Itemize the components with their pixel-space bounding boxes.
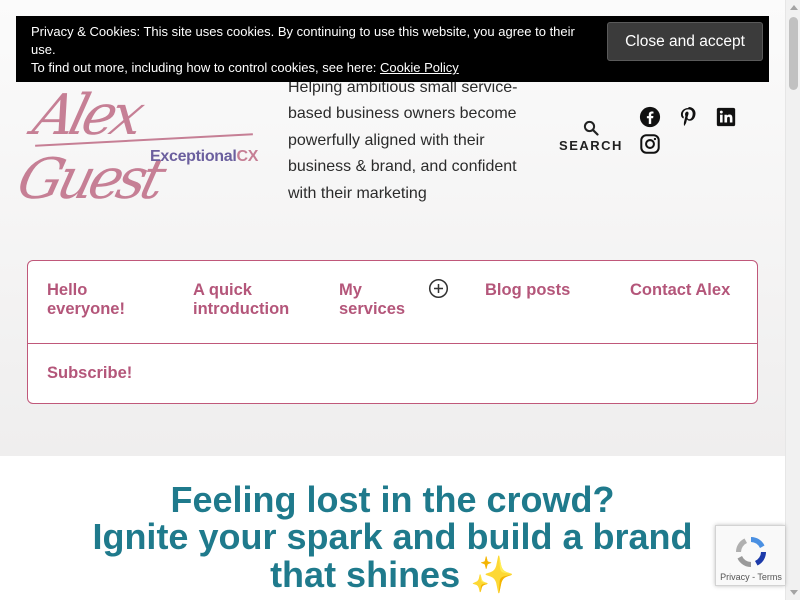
recaptcha-badge[interactable]: Privacy - Terms (715, 525, 785, 586)
nav-item-subscribe[interactable]: Subscribe! (47, 364, 132, 383)
site-tagline: Helping ambitious small service-based bu… (288, 79, 518, 202)
hero-heading-line-1: Feeling lost in the crowd? (170, 479, 615, 520)
cookie-text: Privacy & Cookies: This site uses cookie… (31, 24, 575, 75)
facebook-icon[interactable] (639, 106, 661, 128)
nav-item-hello[interactable]: Hello everyone! (47, 281, 125, 319)
hero-heading-line-2: Ignite your spark and build a brand (92, 516, 693, 557)
nav-item-introduction[interactable]: A quick introduction (193, 281, 289, 319)
search-button[interactable]: SEARCH (558, 118, 624, 158)
logo-subtitle: ExceptionalCX (150, 148, 259, 165)
linkedin-icon[interactable] (715, 106, 737, 128)
recaptcha-terms[interactable]: Privacy - Terms (716, 572, 786, 582)
nav-divider (28, 343, 757, 344)
scroll-up-icon[interactable] (790, 5, 798, 10)
search-label: SEARCH (559, 138, 623, 153)
scroll-down-icon[interactable] (790, 590, 798, 595)
nav-item-blog-posts[interactable]: Blog posts (485, 281, 570, 300)
expand-submenu-icon[interactable] (428, 278, 449, 299)
close-and-accept-button[interactable]: Close and accept (607, 22, 763, 61)
site-logo[interactable]: Alex Guest ExceptionalCX (11, 83, 263, 212)
instagram-icon[interactable] (639, 133, 661, 155)
recaptcha-icon (736, 537, 766, 567)
scrollbar-thumb[interactable] (789, 17, 798, 90)
hero-heading-line-3: that shines ✨ (270, 554, 515, 595)
nav-item-services[interactable]: My services (339, 281, 405, 319)
nav-item-contact[interactable]: Contact Alex (630, 281, 730, 300)
page: Alex Guest ExceptionalCX Helping ambitio… (0, 0, 785, 600)
vertical-scrollbar[interactable] (785, 0, 800, 600)
cookie-banner: Privacy & Cookies: This site uses cookie… (16, 16, 769, 82)
main-navigation: Hello everyone! A quick introduction My ser… (27, 260, 758, 404)
search-icon (583, 120, 599, 136)
pinterest-icon[interactable] (677, 106, 699, 128)
hero-section: Feeling lost in the crowd? Ignite your s… (0, 456, 785, 600)
cookie-policy-link[interactable]: Cookie Policy (380, 60, 459, 75)
